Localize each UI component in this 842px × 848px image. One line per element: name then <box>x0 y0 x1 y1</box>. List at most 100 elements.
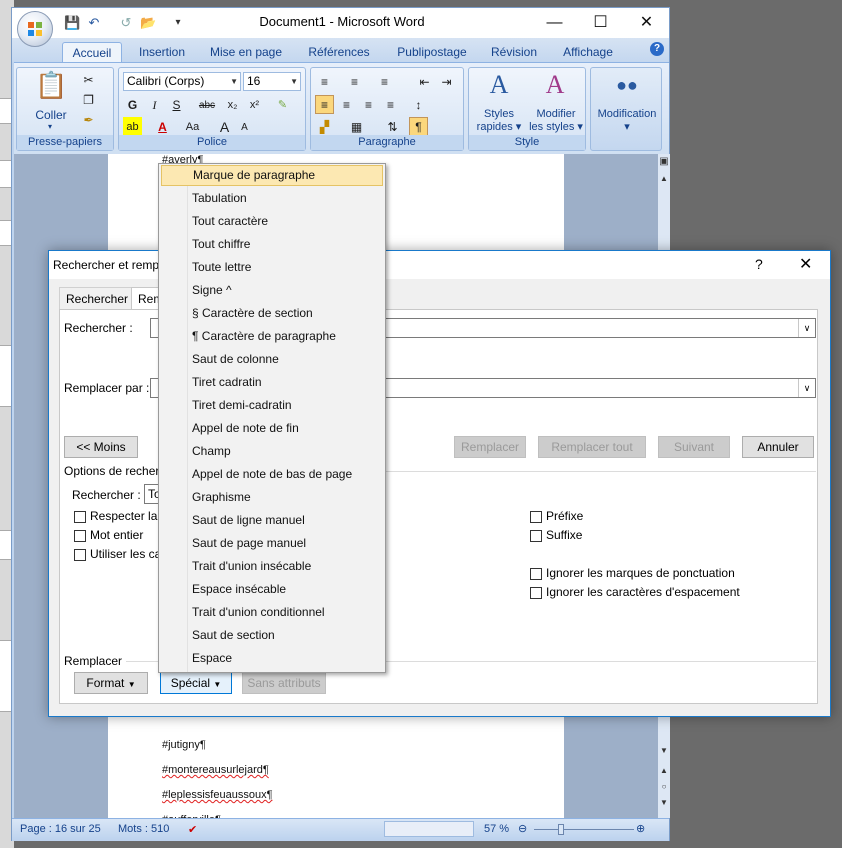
tab-revision[interactable]: Révision <box>486 42 542 62</box>
menu-item-field[interactable]: Champ <box>161 441 383 462</box>
replace-button[interactable]: Remplacer <box>454 436 526 458</box>
borders-icon[interactable]: ▦ <box>347 117 366 136</box>
italic-icon[interactable]: I <box>145 95 164 114</box>
align-center-icon[interactable]: ≡ <box>337 95 356 114</box>
scroll-down-icon[interactable]: ▼ <box>658 746 670 755</box>
ignore-whitespace-checkbox[interactable] <box>530 587 542 599</box>
change-styles-button[interactable]: Modifier les styles ▾ <box>527 108 585 133</box>
font-color-icon[interactable]: A <box>153 117 172 136</box>
menu-item-paragraph-character[interactable]: ¶ Caractère de paragraphe <box>161 326 383 347</box>
change-styles-icon[interactable]: A <box>535 70 575 100</box>
tab-affichage[interactable]: Affichage <box>556 42 620 62</box>
format-button[interactable]: Format ▼ <box>74 672 148 694</box>
change-case-icon[interactable]: Aa <box>183 117 202 136</box>
maximize-button[interactable]: ☐ <box>578 10 623 36</box>
menu-item-manual-page-break[interactable]: Saut de page manuel <box>161 533 383 554</box>
numbering-icon[interactable]: ≡ <box>345 72 364 91</box>
match-case-checkbox[interactable] <box>74 511 86 523</box>
menu-item-white-space[interactable]: Espace <box>161 648 383 669</box>
editing-button[interactable]: Modification ▾ <box>591 108 663 133</box>
justify-icon[interactable]: ≡ <box>381 95 400 114</box>
menu-item-optional-hyphen[interactable]: Trait d'union conditionnel <box>161 602 383 623</box>
menu-item-graphic[interactable]: Graphisme <box>161 487 383 508</box>
zoom-slider[interactable] <box>534 829 634 830</box>
prefix-checkbox[interactable] <box>530 511 542 523</box>
quick-styles-button[interactable]: Styles rapides ▾ <box>471 108 527 133</box>
tab-find[interactable]: Rechercher <box>59 287 136 309</box>
highlight-icon[interactable]: ab <box>123 117 142 136</box>
menu-item-column-break[interactable]: Saut de colonne <box>161 349 383 370</box>
wildcards-checkbox[interactable] <box>74 549 86 561</box>
align-right-icon[interactable]: ≡ <box>359 95 378 114</box>
copy-icon[interactable]: ❐ <box>79 90 98 109</box>
undo-icon[interactable]: ↶ <box>86 15 102 31</box>
paste-dropdown-icon[interactable]: ▾ <box>35 122 65 131</box>
zoom-in-icon[interactable]: ⊕ <box>636 822 645 835</box>
menu-item-any-letter[interactable]: Toute lettre <box>161 257 383 278</box>
menu-item-endnote-mark[interactable]: Appel de note de fin <box>161 418 383 439</box>
ruler-toggle-icon[interactable]: ▣ <box>658 156 670 167</box>
tab-insertion[interactable]: Insertion <box>132 42 192 62</box>
clear-format-icon[interactable]: ✎ <box>273 95 292 114</box>
cancel-button[interactable]: Annuler <box>742 436 814 458</box>
menu-item-caret[interactable]: Signe ^ <box>161 280 383 301</box>
align-left-icon[interactable]: ≡ <box>315 95 334 114</box>
format-painter-icon[interactable]: ✒ <box>79 110 98 129</box>
grow-font-icon[interactable]: A <box>215 117 234 136</box>
proofing-icon[interactable]: ✔ <box>188 823 197 836</box>
menu-item-section-character[interactable]: § Caractère de section <box>161 303 383 324</box>
previous-page-icon[interactable]: ▲ <box>658 766 670 775</box>
menu-item-tab[interactable]: Tabulation <box>161 188 383 209</box>
paste-icon[interactable]: 📋 <box>35 70 67 100</box>
menu-item-section-break[interactable]: Saut de section <box>161 625 383 646</box>
increase-indent-icon[interactable]: ⇥ <box>437 72 456 91</box>
decrease-indent-icon[interactable]: ⇤ <box>415 72 434 91</box>
font-name-combo[interactable]: Calibri (Corps) ▼ <box>123 72 241 91</box>
dialog-help-button[interactable]: ? <box>755 256 763 272</box>
tab-publipostage[interactable]: Publipostage <box>390 42 474 62</box>
tab-references[interactable]: Références <box>302 42 376 62</box>
font-size-combo[interactable]: 16 ▼ <box>243 72 301 91</box>
ignore-punctuation-checkbox[interactable] <box>530 568 542 580</box>
help-icon[interactable]: ? <box>650 42 664 56</box>
suffix-checkbox[interactable] <box>530 530 542 542</box>
next-page-icon[interactable]: ▼ <box>658 798 670 807</box>
view-buttons[interactable] <box>384 821 474 837</box>
menu-item-em-dash[interactable]: Tiret cadratin <box>161 372 383 393</box>
menu-item-nonbreaking-hyphen[interactable]: Trait d'union insécable <box>161 556 383 577</box>
special-button[interactable]: Spécial ▼ <box>160 672 232 694</box>
menu-item-en-dash[interactable]: Tiret demi-cadratin <box>161 395 383 416</box>
zoom-level[interactable]: 57 % <box>484 823 509 835</box>
line-spacing-icon[interactable]: ↕ <box>409 95 428 114</box>
next-button[interactable]: Suivant <box>658 436 730 458</box>
menu-item-any-character[interactable]: Tout caractère <box>161 211 383 232</box>
menu-item-footnote-mark[interactable]: Appel de note de bas de page <box>161 464 383 485</box>
show-formatting-icon[interactable]: ¶ <box>409 117 428 136</box>
redo-icon[interactable]: ↺ <box>118 15 134 31</box>
word-count[interactable]: Mots : 510 <box>118 823 169 835</box>
menu-item-any-digit[interactable]: Tout chiffre <box>161 234 383 255</box>
shrink-font-icon[interactable]: A <box>235 117 254 136</box>
sort-icon[interactable]: ⇅ <box>383 117 402 136</box>
bold-icon[interactable]: G <box>123 95 142 114</box>
chevron-down-icon[interactable]: ∨ <box>798 319 815 337</box>
customize-qat-icon[interactable]: ▾ <box>170 15 186 31</box>
chevron-down-icon[interactable]: ∨ <box>798 379 815 397</box>
less-button[interactable]: << Moins <box>64 436 138 458</box>
menu-item-nonbreaking-space[interactable]: Espace insécable <box>161 579 383 600</box>
paste-button[interactable]: Coller <box>31 108 71 122</box>
office-button[interactable] <box>17 11 53 47</box>
cut-icon[interactable]: ✂ <box>79 70 98 89</box>
shading-icon[interactable]: ▞ <box>315 117 334 136</box>
page-count[interactable]: Page : 16 sur 25 <box>20 823 101 835</box>
quick-styles-icon[interactable]: A <box>479 70 519 100</box>
no-formatting-button[interactable]: Sans attributs <box>242 672 326 694</box>
open-folder-icon[interactable]: 📂 <box>140 15 156 31</box>
replace-all-button[interactable]: Remplacer tout <box>538 436 646 458</box>
close-button[interactable]: ✕ <box>624 10 669 36</box>
subscript-icon[interactable]: x₂ <box>223 95 242 114</box>
binoculars-icon[interactable]: ●● <box>607 70 647 100</box>
bullets-icon[interactable]: ≡ <box>315 72 334 91</box>
tab-mise-en-page[interactable]: Mise en page <box>204 42 288 62</box>
browse-object-icon[interactable]: ○ <box>658 782 670 791</box>
